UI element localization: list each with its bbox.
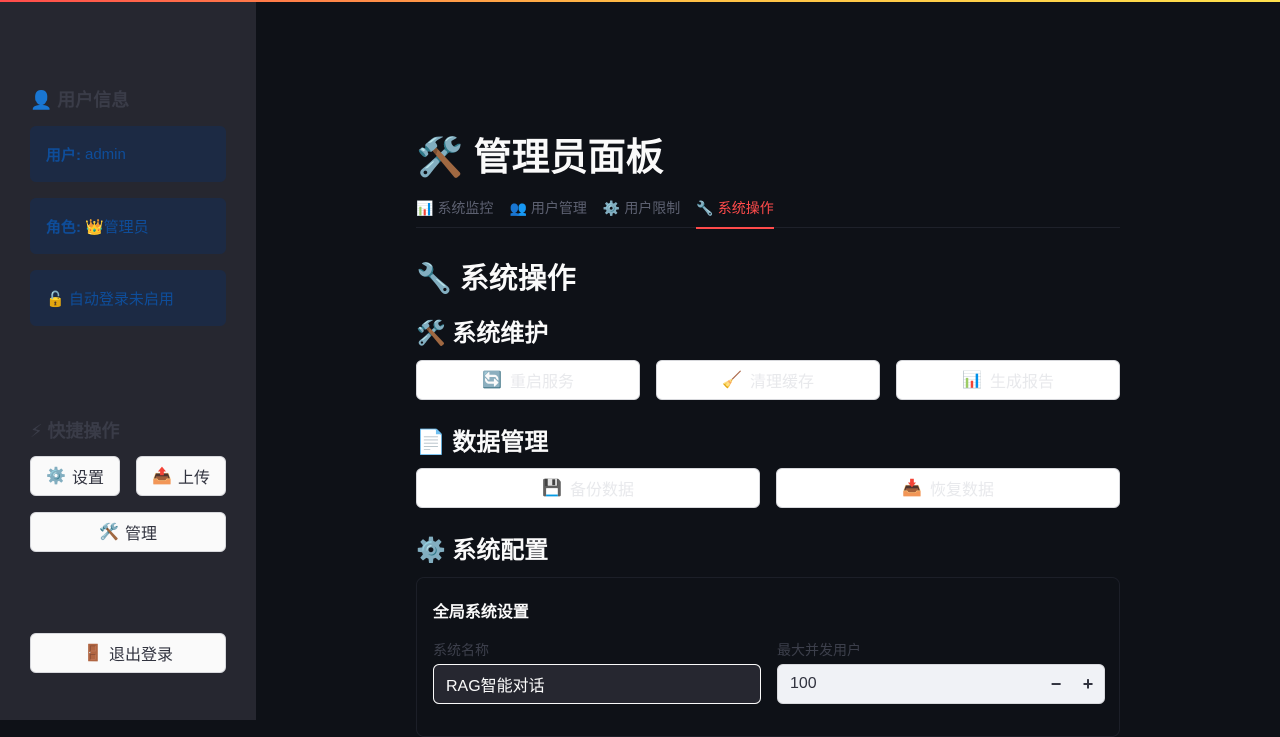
system-name-label: 系统名称: [433, 642, 489, 658]
tab-user-limits[interactable]: ⚙️ 用户限制: [603, 188, 680, 228]
users-icon: 👥: [509, 199, 527, 216]
broom-icon: 🧹: [722, 372, 742, 389]
tab-bar: 📊 系统监控 👥 用户管理 ⚙️ 用户限制 🔧 系统操作: [416, 188, 1120, 229]
clear-cache-button[interactable]: 🧹 清理缓存: [656, 360, 880, 400]
backup-data-button[interactable]: 💾 备份数据: [416, 468, 760, 508]
tools-icon: 🛠️: [99, 524, 119, 541]
role-value: 👑管理员: [85, 218, 149, 236]
top-decoration-bar: [0, 0, 1280, 2]
inbox-tray-icon: 📥: [902, 480, 922, 497]
section-title: 🔧 系统操作: [416, 263, 577, 295]
user-info-box: 用户: admin: [30, 126, 226, 182]
restore-data-label: 恢复数据: [929, 482, 994, 499]
tab-label: 系统监控: [437, 200, 494, 216]
decrement-button[interactable]: −: [1040, 665, 1072, 703]
logout-button-label: 退出登录: [108, 647, 173, 664]
chart-icon: 📊: [416, 199, 434, 216]
chart-icon: 📊: [962, 372, 982, 389]
upload-icon: 📤: [152, 468, 172, 485]
form-title: 全局系统设置: [433, 604, 530, 621]
tab-label: 系统操作: [717, 200, 774, 216]
autologin-status-box: 🔓 自动登录未启用: [30, 270, 226, 326]
clear-cache-label: 清理缓存: [749, 374, 814, 391]
main-content: 🛠️ 管理员面板 📊 系统监控 👥 用户管理 ⚙️ 用户限制 🔧 系统操作 🔧 …: [416, 0, 1120, 737]
user-info-heading: 👤 用户信息: [30, 90, 130, 110]
global-settings-form: 全局系统设置 系统名称 最大并发用户 100 − +: [416, 577, 1120, 737]
system-config-heading: ⚙️ 系统配置: [416, 537, 549, 564]
autologin-status-text: 🔓 自动登录未启用: [46, 290, 174, 308]
system-name-input[interactable]: [433, 664, 761, 704]
restart-service-button[interactable]: 🔄 重启服务: [416, 360, 640, 400]
restore-data-button[interactable]: 📥 恢复数据: [776, 468, 1120, 508]
tab-user-management[interactable]: 👥 用户管理: [509, 188, 586, 228]
settings-button[interactable]: ⚙️ 设置: [30, 456, 120, 496]
admin-button[interactable]: 🛠️ 管理: [30, 512, 226, 552]
admin-button-label: 管理: [124, 526, 157, 543]
role-label: 角色:: [46, 218, 81, 236]
gear-icon: ⚙️: [602, 199, 621, 216]
gear-icon: ⚙️: [46, 468, 66, 485]
generate-report-label: 生成报告: [989, 374, 1054, 391]
wrench-icon: 🔧: [696, 199, 714, 216]
quick-actions-heading: ⚡ 快捷操作: [30, 421, 120, 441]
user-label: 用户:: [46, 146, 81, 164]
role-info-box: 角色: 👑管理员: [30, 198, 226, 254]
user-value: admin: [85, 145, 126, 163]
tab-system-monitor[interactable]: 📊 系统监控: [416, 188, 493, 228]
refresh-icon: 🔄: [482, 372, 502, 389]
tab-system-operations[interactable]: 🔧 系统操作: [696, 188, 775, 229]
upload-button[interactable]: 📤 上传: [136, 456, 226, 496]
maintenance-heading: 🛠️ 系统维护: [416, 320, 549, 347]
logout-button[interactable]: 🚪 退出登录: [30, 633, 226, 673]
tab-label: 用户限制: [624, 200, 681, 216]
increment-button[interactable]: +: [1072, 665, 1104, 703]
settings-button-label: 设置: [71, 470, 104, 487]
max-users-label: 最大并发用户: [777, 642, 861, 658]
page-title: 🛠️ 管理员面板: [416, 137, 664, 179]
data-management-heading: 📄 数据管理: [416, 429, 549, 456]
tab-label: 用户管理: [530, 200, 587, 216]
door-icon: 🚪: [83, 645, 103, 662]
restart-service-label: 重启服务: [509, 374, 574, 391]
max-users-value[interactable]: 100: [778, 675, 1040, 693]
floppy-disk-icon: 💾: [542, 480, 562, 497]
sidebar: 👤 用户信息 用户: admin 角色: 👑管理员 🔓 自动登录未启用 ⚡ 快捷…: [0, 0, 256, 720]
generate-report-button[interactable]: 📊 生成报告: [896, 360, 1120, 400]
max-users-number-input[interactable]: 100 − +: [777, 664, 1105, 704]
upload-button-label: 上传: [177, 470, 210, 487]
backup-data-label: 备份数据: [569, 482, 634, 499]
